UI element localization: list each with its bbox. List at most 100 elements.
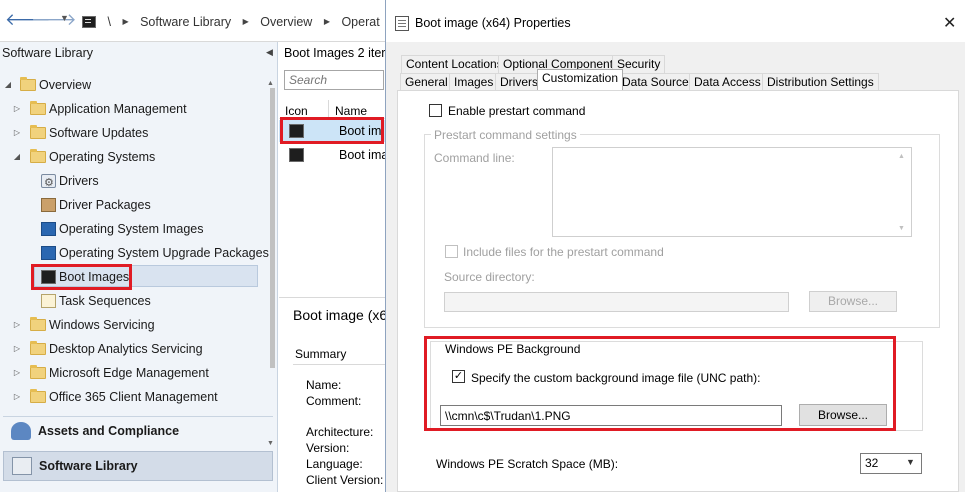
table-row[interactable]: Boot ima (279, 144, 388, 166)
console-icon (82, 15, 96, 28)
assets-compliance-icon (11, 422, 31, 440)
source-directory-input[interactable] (444, 292, 789, 312)
dialog-titlebar[interactable]: Boot image (x64) Properties ✕ (386, 0, 965, 42)
workspace-label: Assets and Compliance (38, 424, 180, 438)
tree-node-label: Operating System Upgrade Packages (59, 246, 269, 260)
drivers-icon (41, 172, 56, 194)
tab-data-source[interactable]: Data Source (617, 73, 694, 91)
column-header-name[interactable]: Name (335, 104, 367, 118)
close-icon[interactable]: ✕ (943, 13, 956, 33)
field-comment-label: Comment: (306, 394, 362, 408)
enable-prestart-label[interactable]: Enable prestart command (448, 104, 585, 118)
folder-icon (20, 77, 36, 91)
collapsed-arrow-icon[interactable]: ▷ (12, 386, 22, 408)
tab-images[interactable]: Images (449, 73, 499, 91)
nav-scrollbar-thumb[interactable] (270, 88, 275, 368)
chevron-right-icon[interactable]: ▶ (324, 17, 330, 26)
tree-node-label: Driver Packages (59, 198, 151, 212)
forward-arrow-icon[interactable]: 🡒 (31, 10, 77, 30)
tab-content-locations[interactable]: Content Locations (401, 55, 508, 73)
scroll-up-icon[interactable]: ▲ (898, 153, 905, 160)
field-language-label: Language: (306, 457, 363, 471)
chevron-down-icon[interactable]: ▼ (906, 457, 915, 467)
include-files-checkbox[interactable] (445, 245, 458, 258)
field-client-version-label: Client Version: (306, 473, 384, 487)
tree-node-label: Office 365 Client Management (49, 390, 218, 404)
os-upgrade-icon (41, 246, 56, 260)
chevron-down-icon[interactable]: ▼ (60, 13, 70, 23)
column-divider[interactable] (328, 100, 329, 118)
nav-title: Software Library (2, 46, 94, 60)
properties-dialog: Boot image (x64) Properties ✕ Content Lo… (385, 0, 965, 492)
tree-node-label: Operating System Images (59, 222, 204, 236)
browse-source-button[interactable]: Browse... (809, 291, 897, 312)
tree-node-label: Application Management (49, 102, 187, 116)
breadcrumb-software-library[interactable]: Software Library (140, 15, 231, 29)
collapsed-arrow-icon[interactable]: ▷ (12, 122, 22, 144)
include-files-label[interactable]: Include files for the prestart command (463, 245, 664, 259)
tab-data-access[interactable]: Data Access (689, 73, 766, 91)
source-directory-label: Source directory: (444, 270, 535, 284)
tree-node-label: Desktop Analytics Servicing (49, 342, 203, 356)
collapsed-arrow-icon[interactable]: ▷ (12, 98, 22, 120)
boot-images-highlight-box (31, 264, 132, 290)
detail-divider[interactable] (279, 297, 385, 298)
folder-icon (30, 149, 46, 163)
workspace-label: Software Library (39, 459, 138, 473)
tree-node-label: Software Updates (49, 126, 149, 140)
enable-prestart-checkbox[interactable] (429, 104, 442, 117)
field-name-label: Name: (306, 378, 342, 392)
folder-icon (30, 317, 46, 331)
tree-node-label: Microsoft Edge Management (49, 366, 209, 380)
tab-distribution-settings[interactable]: Distribution Settings (762, 73, 879, 91)
prestart-group-title: Prestart command settings (431, 128, 580, 142)
folder-icon (30, 125, 46, 139)
nav-header: Software Library ◀ (0, 46, 278, 64)
workspace-software-library[interactable]: Software Library (3, 451, 273, 481)
collapse-pane-icon[interactable]: ◀ (266, 47, 273, 58)
breadcrumb-operating-systems[interactable]: Operat (341, 15, 379, 29)
breadcrumb-overview[interactable]: Overview (260, 15, 312, 29)
scroll-down-icon[interactable]: ▼ (898, 225, 905, 232)
tab-drivers[interactable]: Drivers (495, 73, 543, 91)
navigation-pane: Software Library ◀ ◢ Overview ▷ Applicat… (0, 42, 278, 492)
dialog-title: Boot image (x64) Properties (415, 16, 571, 30)
detail-title: Boot image (x6 (293, 307, 388, 323)
properties-icon (395, 16, 409, 31)
breadcrumb-root[interactable]: \ (107, 15, 110, 29)
task-sequence-icon (41, 294, 56, 308)
summary-heading: Summary (295, 347, 347, 361)
chevron-right-icon[interactable]: ▶ (122, 17, 128, 26)
boot-images-list-pane: Boot Images 2 iter Icon Name Boot im Boo… (279, 42, 388, 492)
software-library-icon (12, 457, 32, 475)
tree-node-label: Operating Systems (49, 150, 156, 164)
tab-general[interactable]: General (400, 73, 453, 91)
tree-node-label: Windows Servicing (49, 318, 155, 332)
column-header-icon[interactable]: Icon (285, 104, 308, 118)
navigation-tree: ◢ Overview ▷ Application Management ▷ So… (0, 74, 269, 444)
command-line-label: Command line: (434, 151, 515, 165)
list-title: Boot Images 2 iter (284, 46, 386, 60)
os-image-icon (41, 222, 56, 236)
tab-customization[interactable]: Customization (537, 69, 624, 90)
expanded-arrow-icon[interactable]: ◢ (12, 146, 22, 168)
collapsed-arrow-icon[interactable]: ▷ (12, 362, 22, 384)
scroll-up-icon[interactable]: ▲ (267, 80, 274, 87)
expanded-arrow-icon[interactable]: ◢ (3, 74, 13, 96)
chevron-right-icon[interactable]: ▶ (243, 17, 249, 26)
row-highlight-box (280, 117, 384, 144)
command-line-textarea[interactable] (552, 147, 912, 237)
field-version-label: Version: (306, 441, 350, 455)
collapsed-arrow-icon[interactable]: ▷ (12, 338, 22, 360)
breadcrumb: \ ▶ Software Library ▶ Overview ▶ Operat (82, 14, 388, 32)
folder-icon (30, 341, 46, 355)
scratch-space-label: Windows PE Scratch Space (MB): (436, 457, 619, 471)
workspace-assets-and-compliance[interactable]: Assets and Compliance (3, 416, 273, 446)
back-arrow-icon[interactable]: 🡐 (5, 10, 51, 30)
summary-divider (293, 364, 385, 365)
tree-node-label: Task Sequences (59, 294, 151, 308)
driver-package-icon (41, 198, 56, 212)
field-architecture-label: Architecture: (306, 425, 374, 439)
search-input[interactable] (284, 70, 384, 90)
collapsed-arrow-icon[interactable]: ▷ (12, 314, 22, 336)
